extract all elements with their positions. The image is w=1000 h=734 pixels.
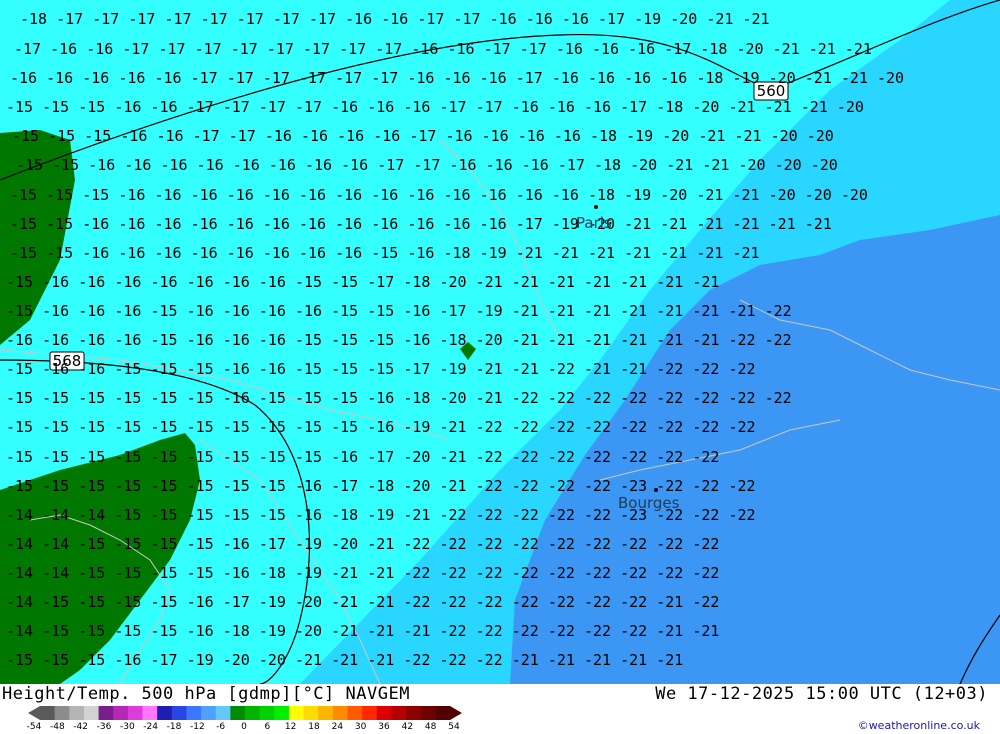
paris-marker [594,205,598,209]
temp-row-13: -15 -16 -16 -15 -15 -15 -16 -16 -15 -15 … [6,360,756,378]
legend-tick: -18 [166,722,182,732]
map-title: Height/Temp. 500 hPa [gdmp][°C] NAVGEM [2,684,410,704]
legend-tick: 18 [308,722,320,732]
map-footer: Height/Temp. 500 hPa [gdmp][°C] NAVGEM W… [0,684,1000,733]
temp-row-22: -14 -15 -15 -15 -15 -16 -18 -19 -20 -21 … [6,622,719,640]
legend-swatch [83,706,100,720]
legend-swatch [435,706,451,720]
legend-swatch [259,706,275,720]
legend-swatch [113,706,129,720]
legend-swatch [362,706,378,720]
valid-time: We 17-12-2025 15:00 UTC (12+03) [655,684,988,704]
temp-row-2: -17 -16 -16 -17 -17 -17 -17 -17 -17 -17 … [14,40,872,58]
legend-swatch [288,706,305,720]
temp-row-3: -16 -16 -16 -16 -16 -17 -17 -17 -17 -17 … [10,69,904,87]
temp-row-4: -15 -15 -15 -16 -16 -17 -17 -17 -17 -16 … [6,98,864,116]
legend-arrow-right [450,706,462,720]
legend-swatch [157,706,173,720]
temp-row-9: -15 -15 -16 -16 -16 -16 -16 -16 -16 -16 … [10,244,760,262]
temp-row-12: -16 -16 -16 -16 -15 -16 -16 -16 -15 -15 … [6,331,792,349]
temp-row-23: -15 -15 -15 -16 -17 -19 -20 -20 -21 -21 … [6,651,683,669]
legend-swatch [215,706,231,720]
legend-swatch [406,706,422,720]
weather-map: 560 568 -18 -17 -17 -17 -17 -17 -17 -17 … [0,0,1000,684]
legend-tick: -30 [119,722,135,732]
legend-tick: 48 [424,722,437,732]
legend-tick: 12 [284,722,297,732]
legend-tick: -12 [189,722,205,732]
legend-tick: -36 [96,722,112,732]
legend-tick: 30 [354,722,367,732]
temp-row-6: -15 -15 -16 -16 -16 -16 -16 -16 -16 -16 … [16,156,838,174]
legend-arrow-left [28,706,40,720]
temp-row-21: -14 -15 -15 -15 -15 -16 -17 -19 -20 -21 … [6,593,719,611]
legend-swatch [303,706,319,720]
legend-tick: -48 [49,722,65,732]
temp-row-8: -15 -15 -16 -16 -16 -16 -16 -16 -16 -16 … [10,215,832,233]
legend-swatch [54,706,70,720]
temp-row-15: -15 -15 -15 -15 -15 -15 -15 -15 -15 -15 … [6,418,756,436]
legend-swatch [376,706,392,720]
temp-row-11: -15 -16 -16 -16 -15 -16 -16 -16 -16 -15 … [6,302,792,320]
legend-swatch [230,706,246,720]
paris-label: Paris [576,214,612,232]
legend-swatch [127,706,143,720]
legend-swatch [201,706,217,720]
legend-swatch [98,706,114,720]
legend-tick: -6 [216,722,226,732]
legend-swatch [318,706,334,720]
legend-swatch [186,706,202,720]
temp-row-7: -15 -15 -15 -16 -16 -16 -16 -16 -16 -16 … [10,186,868,204]
temp-row-14: -15 -15 -15 -15 -15 -15 -16 -15 -15 -15 … [6,389,792,407]
legend-tick: 54 [448,722,460,732]
color-scale-legend [28,706,462,720]
legend-tick: 6 [264,722,271,732]
legend-swatch [332,706,348,720]
temp-row-20: -14 -14 -15 -15 -15 -15 -16 -18 -19 -21 … [6,564,719,582]
legend-swatch [274,706,290,720]
legend-tick-labels: -54 -48 -42 -36 -30 -24 -18 -12 -6 0 6 12 18 24 30 36 42… [27,722,460,734]
temp-row-19: -14 -14 -15 -15 -15 -15 -16 -17 -19 -20 … [6,535,719,553]
legend-tick: -54 [26,722,42,732]
legend-swatch [171,706,187,720]
bourges-marker [654,488,658,492]
legend-swatch [142,706,158,720]
legend-swatch [391,706,407,720]
legend-tick: -42 [73,722,89,732]
temp-row-17: -15 -15 -15 -15 -15 -15 -15 -15 -16 -17 … [6,477,756,495]
legend-tick: 36 [378,722,390,732]
legend-tick: -24 [143,722,159,732]
temp-row-5: -15 -15 -15 -16 -16 -17 -17 -16 -16 -16 … [12,127,834,145]
legend-tick: 0 [241,722,247,732]
legend-swatch [40,706,56,720]
bourges-label: Bourges [618,494,680,512]
legend-swatch [420,706,436,720]
credit-link[interactable]: ©weatheronline.co.uk [858,719,980,732]
legend-tick: 24 [331,722,344,732]
temp-row-16: -15 -15 -15 -15 -15 -15 -15 -15 -15 -16 … [6,448,719,466]
legend-swatch [69,706,85,720]
temp-row-10: -15 -16 -16 -16 -16 -16 -16 -16 -15 -15 … [6,273,719,291]
legend-tick: 42 [401,722,414,732]
legend-swatch [245,706,261,720]
temp-row-1: -18 -17 -17 -17 -17 -17 -17 -17 -17 -16 … [20,10,770,28]
legend-swatch [347,706,363,720]
